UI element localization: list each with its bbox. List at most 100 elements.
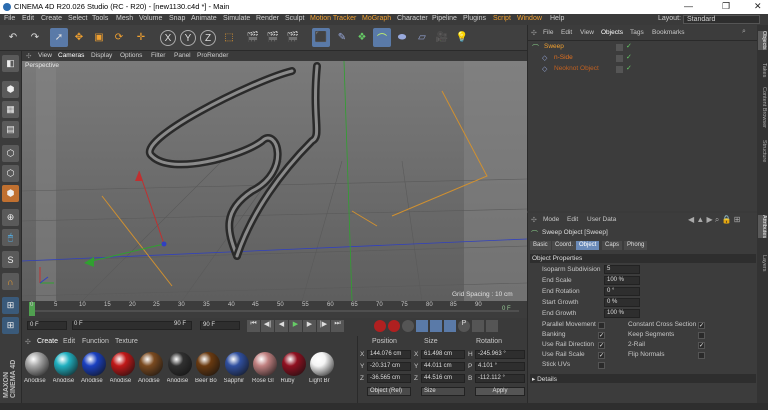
key-param-icon[interactable]: P [458, 320, 470, 332]
snap-icon[interactable]: S [2, 251, 19, 268]
attr-menu-edit[interactable]: Edit [567, 216, 578, 223]
menu-pipeline[interactable]: Pipeline [432, 15, 457, 22]
search-icon[interactable]: ⌕ [742, 28, 746, 36]
viewport-menu-prorender[interactable]: ProRender [197, 52, 228, 59]
keyframe-selection-icon[interactable] [402, 320, 414, 332]
menu-motion-tracker[interactable]: Motion Tracker [310, 15, 356, 22]
next-frame-icon[interactable]: ▶ [303, 320, 316, 332]
recent-tool-icon[interactable]: ✛ [132, 28, 150, 47]
checkbox[interactable] [698, 352, 705, 359]
menu-mesh[interactable]: Mesh [116, 15, 133, 22]
pos-z-field[interactable]: -36.565 cm [367, 374, 411, 383]
render-to-picture-viewer-icon[interactable]: 🎬 [264, 28, 282, 47]
checkbox[interactable]: ✓ [698, 342, 705, 349]
menu-edit[interactable]: Edit [22, 15, 34, 22]
size-mode-select[interactable]: Size [421, 387, 465, 396]
checkbox[interactable]: ✓ [598, 332, 605, 339]
side-tab-content-browser[interactable]: Content Browser [758, 87, 767, 128]
attr-field-input[interactable]: 0 % [604, 298, 640, 307]
visibility-dots[interactable] [616, 66, 623, 73]
tab-coord[interactable]: Coord. [552, 241, 577, 250]
workplane-icon[interactable]: ▤ [2, 121, 19, 138]
edges-mode-icon[interactable]: ⬡ [2, 165, 19, 182]
material-swatch[interactable] [224, 352, 249, 376]
rot-p-field[interactable]: 4.101 ° [475, 362, 525, 371]
cube-icon[interactable]: ⬛ [312, 28, 330, 47]
menu-select[interactable]: Select [68, 15, 87, 22]
select-arrow-icon[interactable]: ➚ [50, 28, 68, 47]
deformer-icon[interactable]: ⬬ [393, 28, 411, 47]
render-view-icon[interactable]: 🎬 [244, 28, 262, 47]
enabled-check-icon[interactable]: ✓ [626, 64, 632, 72]
rot-h-field[interactable]: -245.963 ° [475, 350, 525, 359]
floor-icon[interactable]: ▱ [413, 28, 431, 47]
enabled-check-icon[interactable]: ✓ [626, 42, 632, 50]
points-mode-icon[interactable]: ⬡ [2, 145, 19, 162]
perspective-viewport[interactable]: Perspective Grid Spacing : 10 cm [22, 61, 527, 301]
z-axis-icon[interactable]: Z [200, 30, 216, 46]
material-swatch[interactable] [53, 352, 78, 376]
attr-nav-icons[interactable]: ◀ ▲ ▶ ⌕ 🔒 ⊞ [688, 215, 740, 225]
camera-icon[interactable]: 🎥 [433, 28, 451, 47]
material-swatch[interactable] [253, 352, 277, 376]
viewport-menu-cameras[interactable]: Cameras [58, 52, 84, 59]
tab-basic[interactable]: Basic [530, 241, 551, 250]
side-tab-layers[interactable]: Layers [758, 255, 767, 272]
checkbox[interactable] [598, 362, 605, 369]
viewport-menu-view[interactable]: View [38, 52, 52, 59]
object-menu-view[interactable]: View [580, 29, 594, 36]
attr-menu-user-data[interactable]: User Data [587, 216, 616, 223]
side-tab-objects[interactable]: Objects [758, 31, 767, 50]
attr-menu-mode[interactable]: Mode [543, 216, 559, 223]
object-menu-icon[interactable]: ✣ [531, 29, 537, 37]
object-row-sweep[interactable]: ⌒ Sweep ✓ [528, 42, 758, 53]
max-frame-field[interactable]: 90 F [200, 321, 240, 330]
key-rotation-icon[interactable] [430, 320, 442, 332]
texture-mode-icon[interactable]: ▦ [2, 101, 19, 118]
rot-b-field[interactable]: -112.112 ° [475, 374, 525, 383]
size-y-field[interactable]: 44.011 cm [421, 362, 465, 371]
model-mode-icon[interactable]: ⬢ [2, 81, 19, 98]
tab-object[interactable]: Object [576, 241, 600, 250]
render-settings-icon[interactable]: 🎬 [284, 28, 302, 47]
rotate-icon[interactable]: ⟳ [110, 28, 128, 47]
coord-mode-select[interactable]: Object (Rel) [367, 387, 411, 396]
grid-icon[interactable]: ⊞ [2, 317, 19, 334]
light-icon[interactable]: 💡 [453, 28, 471, 47]
object-menu-bookmarks[interactable]: Bookmarks [652, 29, 685, 36]
visibility-dots[interactable] [616, 44, 623, 51]
pos-y-field[interactable]: -20.317 cm [367, 362, 411, 371]
maximize-button[interactable]: ❐ [722, 1, 730, 12]
auto-key-icon[interactable] [388, 320, 400, 332]
prev-key-icon[interactable]: ◀| [261, 320, 274, 332]
material-swatch[interactable] [281, 352, 306, 376]
menu-sculpt[interactable]: Sculpt [285, 15, 304, 22]
checkbox[interactable]: ✓ [598, 352, 605, 359]
menu-plugins[interactable]: Plugins [463, 15, 486, 22]
attr-field-input[interactable]: 5 [604, 265, 640, 274]
viewport-menu-filter[interactable]: Filter [151, 52, 165, 59]
key-position-icon[interactable] [416, 320, 428, 332]
play-icon[interactable]: ▶ [289, 320, 302, 332]
object-menu-objects[interactable]: Objects [601, 29, 623, 36]
checkbox[interactable]: ✓ [598, 342, 605, 349]
object-menu-tags[interactable]: Tags [630, 29, 644, 36]
checkbox[interactable] [598, 322, 605, 329]
material-swatch[interactable] [139, 352, 163, 376]
pen-spline-icon[interactable]: ✎ [333, 28, 351, 47]
material-swatch[interactable] [310, 352, 334, 376]
material-swatch[interactable] [196, 352, 220, 376]
key-scale-icon[interactable] [444, 320, 456, 332]
material-menu-create[interactable]: Create [37, 338, 58, 345]
object-row-neoknot[interactable]: ◇ Neoknot Object ✓ [528, 64, 758, 75]
lock-workplane-icon[interactable]: ⊞ [2, 297, 19, 314]
menu-mograph[interactable]: MoGraph [362, 15, 391, 22]
timeline-settings-icon[interactable] [486, 320, 498, 332]
next-key-icon[interactable]: |▶ [317, 320, 330, 332]
close-button[interactable]: ✕ [754, 1, 762, 12]
viewport-menu-display[interactable]: Display [91, 52, 112, 59]
object-menu-file[interactable]: File [543, 29, 553, 36]
goto-end-icon[interactable]: ⏭ [331, 320, 344, 332]
tab-phong[interactable]: Phong [624, 241, 648, 250]
polygons-mode-icon[interactable]: ⬢ [2, 185, 19, 202]
